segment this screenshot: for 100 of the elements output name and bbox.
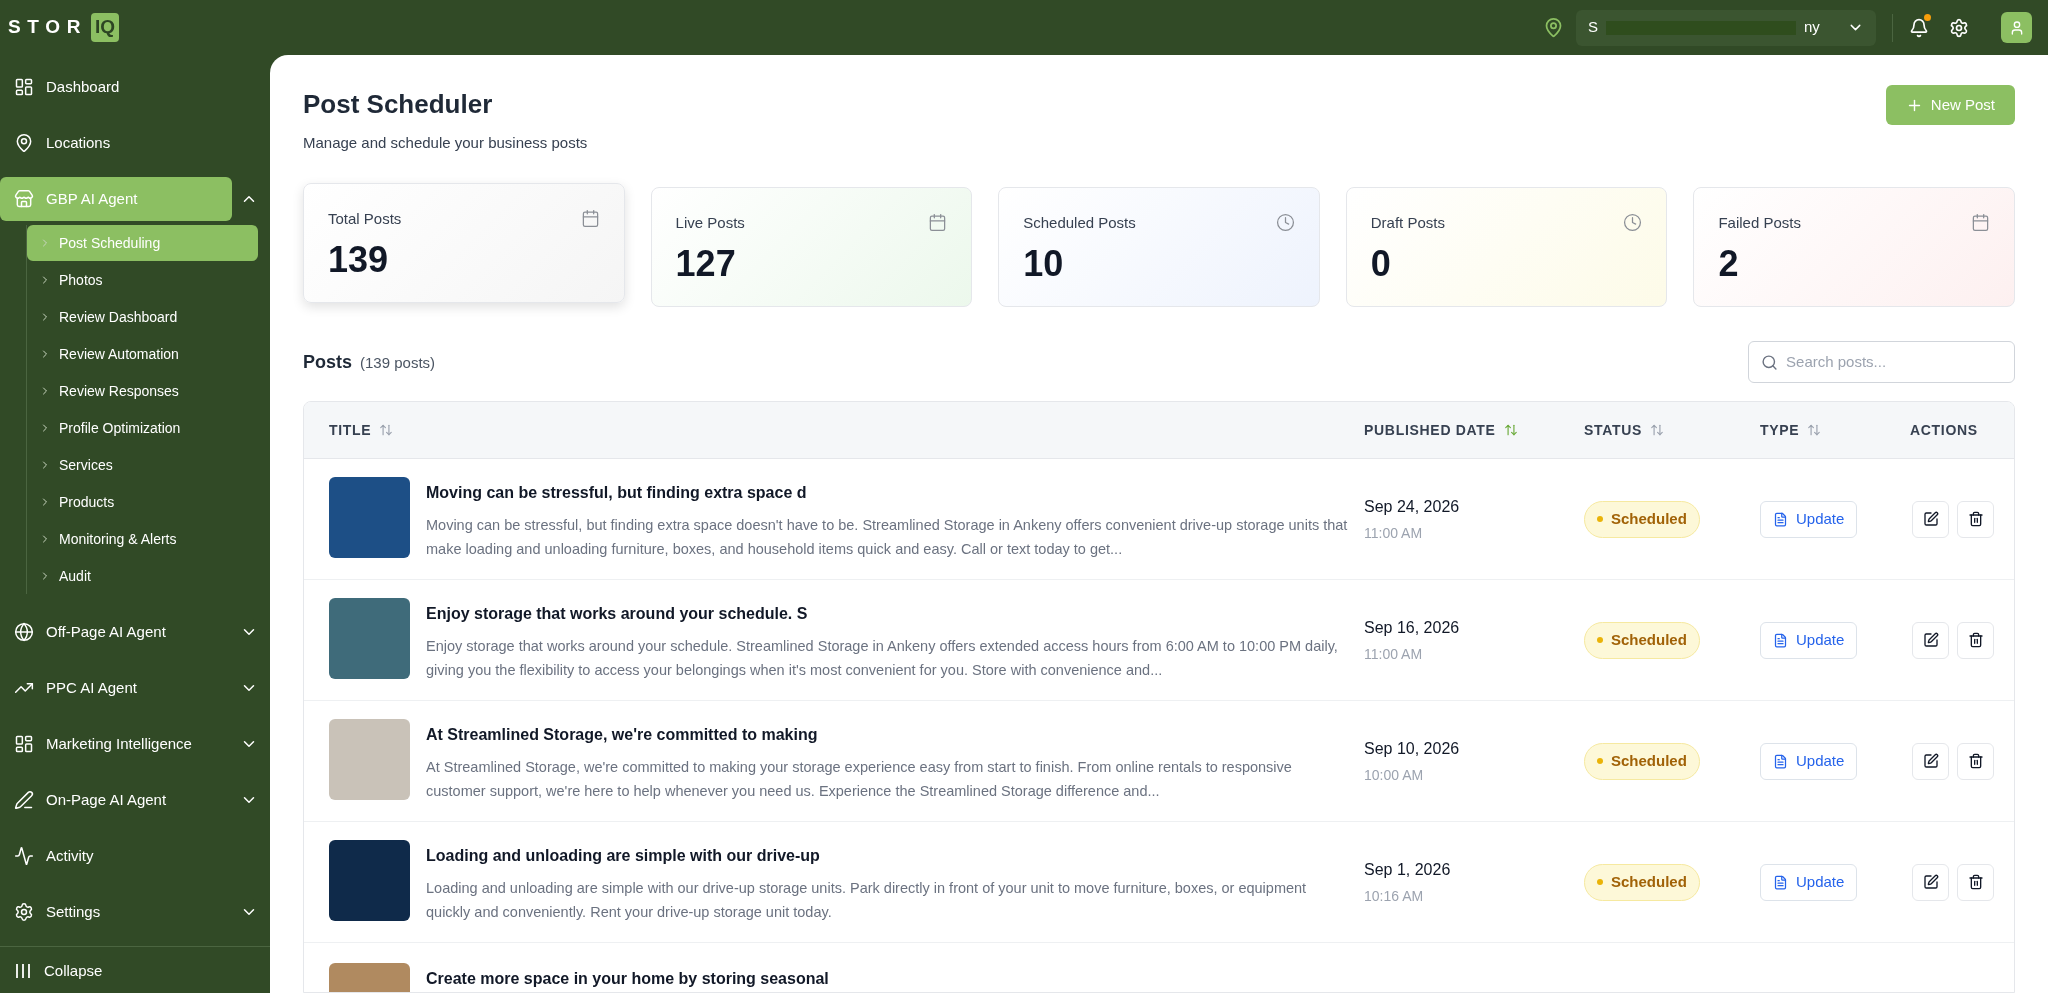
delete-button[interactable] — [1957, 863, 1994, 901]
grid-icon — [14, 734, 34, 754]
submenu-item[interactable]: Photos — [27, 262, 258, 298]
submenu-item[interactable]: Review Dashboard — [27, 299, 258, 335]
post-title: At Streamlined Storage, we're committed to making — [426, 725, 819, 745]
document-icon — [1773, 874, 1788, 890]
post-title: Loading and unloading are simple with our drive-up — [426, 846, 821, 866]
post-title: Moving can be stressful, but finding extra space d — [426, 483, 808, 503]
type-button[interactable]: Update — [1760, 742, 1858, 780]
search-field[interactable]: Search posts... — [1748, 341, 2015, 383]
publish-date: Sep 24, 2026 — [1364, 496, 1461, 517]
page-subtitle: Manage and schedule your business posts — [303, 133, 588, 153]
edit-icon — [1922, 874, 1939, 890]
post-excerpt: At Streamlined Storage, we're committed to making your storage experience easy from start to finish. From online rentals to responsive customer support, we're here to help whenever you need us. Experience the Streamlined Storage difference and... — [426, 758, 1293, 801]
avatar[interactable] — [2001, 12, 2032, 43]
collapse-button[interactable]: Collapse — [0, 951, 103, 991]
type-button[interactable]: Update — [1760, 863, 1858, 901]
status-badge: Scheduled — [1584, 863, 1700, 901]
column-header: PUBLISHED DATE — [1364, 420, 1496, 440]
delete-button[interactable] — [1957, 621, 1994, 659]
edit-button[interactable] — [1912, 500, 1949, 538]
trash-icon — [1967, 632, 1984, 648]
submenu-item[interactable]: Services — [27, 447, 258, 483]
sidebar-item[interactable]: Off-Page AI Agent — [0, 610, 232, 654]
trash-icon — [1967, 874, 1984, 890]
settings-icon[interactable] — [1949, 17, 1969, 38]
location-dropdown[interactable]: S ny — [1576, 9, 1876, 46]
type-button[interactable]: Update — [1760, 621, 1858, 659]
publish-time: 10:16 AM — [1364, 886, 1425, 906]
delete-button[interactable] — [1957, 500, 1994, 538]
columns-icon — [14, 962, 32, 980]
edit-button[interactable] — [1912, 621, 1949, 659]
post-title: Enjoy storage that works around your schedule. S — [426, 604, 809, 624]
map-pin-icon — [14, 133, 34, 153]
clock-icon — [1275, 213, 1295, 233]
post-excerpt: Moving can be stressful, but finding extra space doesn't have to be. Streamlined Storage in Ankeny offers convenient drive-up storage units that make loading and unloading furniture, boxes, and household items quick and easy. Call or text today to get... — [426, 516, 1348, 559]
stat-value: 0 — [1370, 246, 1392, 282]
stat-label: Scheduled Posts — [1023, 212, 1136, 233]
logo-mark: IQ — [91, 13, 120, 42]
publish-time: 11:00 AM — [1364, 523, 1424, 543]
submenu-item[interactable]: Review Responses — [27, 373, 258, 409]
submenu-item[interactable]: Review Automation — [27, 336, 258, 372]
type-button[interactable]: Update — [1760, 500, 1858, 538]
stat-label: Total Posts — [328, 208, 402, 229]
edit-icon — [1922, 511, 1939, 527]
edit-button[interactable] — [1912, 742, 1949, 780]
pen-icon — [14, 790, 34, 810]
delete-button[interactable] — [1957, 742, 1994, 780]
map-pin-icon — [1543, 17, 1564, 38]
search-icon — [1761, 352, 1779, 372]
stat-value: 2 — [1718, 246, 1740, 282]
sidebar-item[interactable]: PPC AI Agent — [0, 666, 232, 710]
column-header: TYPE — [1760, 420, 1800, 440]
sidebar-item[interactable]: Activity — [0, 834, 258, 878]
status-badge: Scheduled — [1584, 621, 1700, 659]
stat-label: Draft Posts — [1370, 212, 1445, 233]
edit-icon — [1922, 632, 1939, 648]
stat-value: 10 — [1023, 246, 1065, 282]
document-icon — [1773, 753, 1788, 769]
status-badge: Scheduled — [1584, 500, 1700, 538]
calendar-icon — [580, 209, 600, 229]
submenu-item[interactable]: Profile Optimization — [27, 410, 258, 446]
stat-label: Live Posts — [675, 212, 745, 233]
trash-icon — [1967, 753, 1984, 769]
globe-icon — [14, 622, 34, 642]
sidebar-item[interactable]: Marketing Intelligence — [0, 722, 232, 766]
sidebar-item[interactable]: On-Page AI Agent — [0, 778, 232, 822]
store-icon — [14, 189, 34, 209]
sidebar-item[interactable]: Locations — [0, 121, 258, 165]
publish-date: Sep 1, 2026 — [1364, 859, 1452, 880]
clock-icon — [1623, 213, 1643, 233]
publish-time: 11:00 AM — [1364, 644, 1424, 664]
calendar-icon — [1970, 213, 1990, 233]
bell-icon[interactable] — [1909, 17, 1929, 38]
logo-text: STOR — [8, 15, 88, 40]
stat-value: 139 — [328, 242, 390, 278]
document-icon — [1773, 511, 1788, 527]
stat-value: 127 — [675, 246, 737, 282]
column-header: ACTIONS — [1910, 420, 1978, 440]
publish-date: Sep 10, 2026 — [1364, 738, 1461, 759]
submenu-item[interactable]: Monitoring & Alerts — [27, 521, 258, 557]
calendar-icon — [928, 213, 948, 233]
activity-icon — [14, 846, 34, 866]
submenu-item[interactable]: Products — [27, 484, 258, 520]
sidebar-item[interactable]: Settings — [0, 890, 232, 934]
post-excerpt: Loading and unloading are simple with our drive-up storage units. Park directly in front of your unit to move furniture, boxes, or equipment quickly and conveniently. Rent your drive-up storage unit today. — [426, 879, 1308, 922]
column-header: TITLE — [329, 420, 372, 440]
publish-time: 10:00 AM — [1364, 765, 1425, 785]
grid-icon — [14, 77, 34, 97]
stat-label: Failed Posts — [1718, 212, 1801, 233]
submenu-item[interactable]: Audit — [27, 558, 258, 594]
page-title: Post Scheduler — [303, 88, 494, 121]
edit-button[interactable] — [1912, 863, 1949, 901]
trash-icon — [1967, 511, 1984, 527]
post-count: (139 posts) — [360, 352, 436, 373]
sidebar-item[interactable]: Dashboard — [0, 65, 258, 109]
section-title: Posts — [303, 350, 353, 374]
post-title: Create more space in your home by storing seasonal — [426, 968, 829, 989]
publish-date: Sep 16, 2026 — [1364, 617, 1461, 638]
search-input[interactable]: Search posts... — [1786, 350, 2002, 374]
